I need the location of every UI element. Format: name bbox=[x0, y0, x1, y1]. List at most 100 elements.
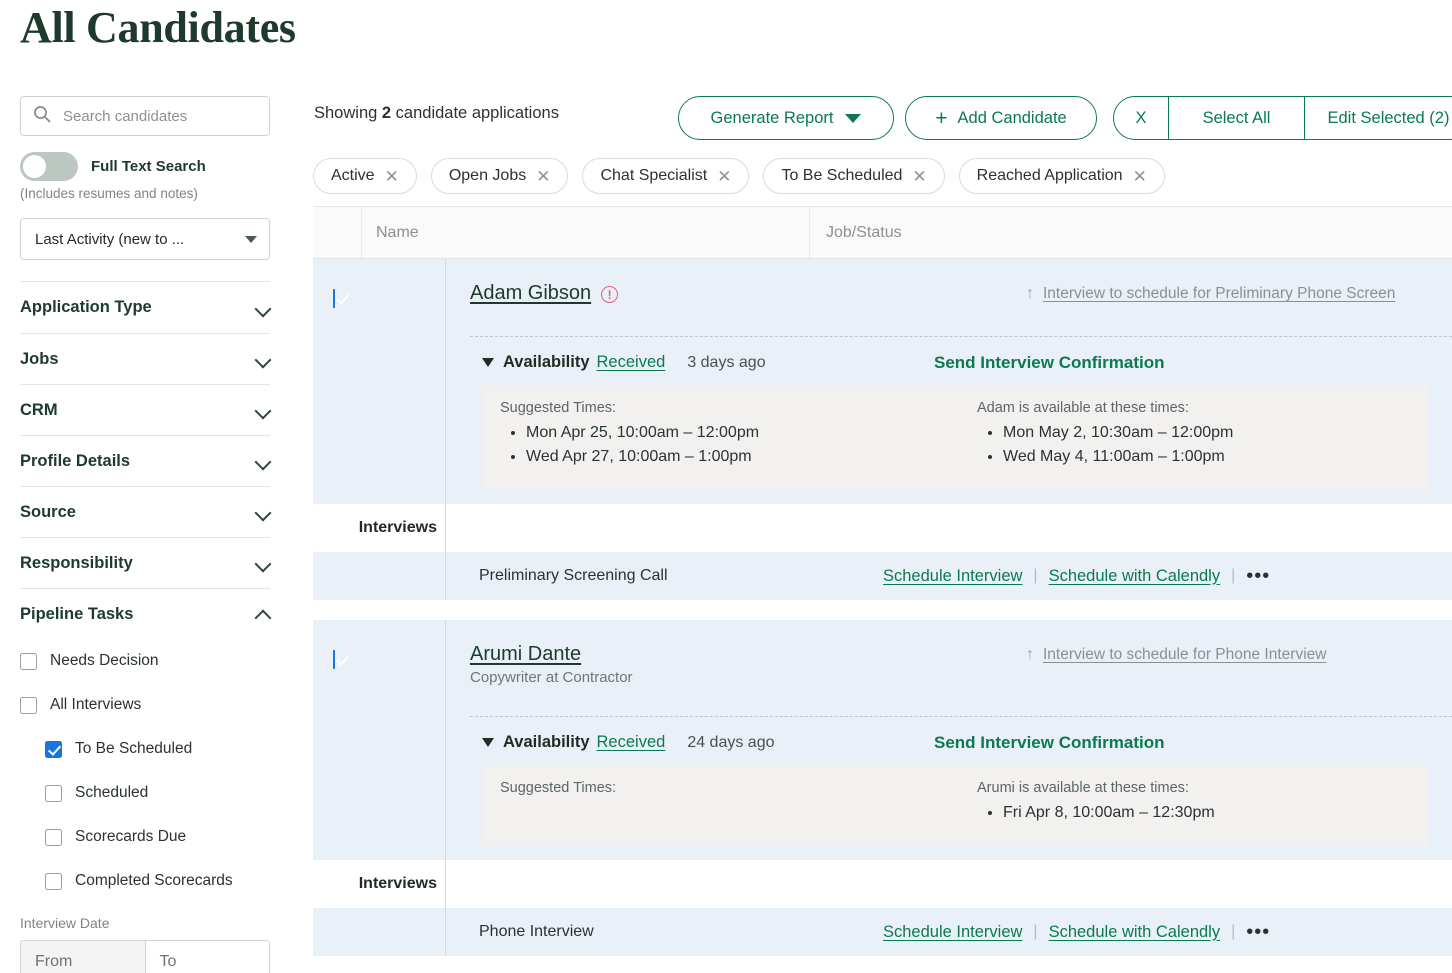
checkbox-needs-decision[interactable] bbox=[20, 653, 37, 670]
chevron-down-icon bbox=[256, 556, 270, 570]
schedule-interview-link[interactable]: Schedule Interview bbox=[883, 923, 1022, 942]
checkbox-row-scheduled[interactable]: Scheduled bbox=[20, 771, 270, 815]
schedule-interview-link[interactable]: Schedule Interview bbox=[883, 567, 1022, 586]
filter-group-responsibility[interactable]: Responsibility bbox=[20, 537, 270, 588]
plus-icon: + bbox=[935, 108, 947, 129]
checkbox-row-to-be-scheduled[interactable]: To Be Scheduled bbox=[20, 727, 270, 771]
select-all-button[interactable]: Select All bbox=[1168, 97, 1304, 139]
pipeline-tasks-list: Needs Decision All Interviews To Be Sche… bbox=[20, 639, 270, 903]
triangle-down-icon[interactable] bbox=[482, 358, 494, 367]
interview-date-from[interactable]: From bbox=[21, 941, 145, 973]
send-interview-confirmation-button[interactable]: Send Interview Confirmation bbox=[934, 353, 1164, 373]
availability-status-link[interactable]: Received bbox=[597, 733, 666, 752]
checkbox-row-completed-scorecards[interactable]: Completed Scorecards bbox=[20, 859, 270, 903]
checkbox-scheduled[interactable] bbox=[45, 785, 62, 802]
chevron-down-icon bbox=[256, 403, 270, 417]
filter-chip-chat-specialist[interactable]: Chat Specialist ✕ bbox=[582, 158, 749, 194]
candidate-select-checkbox[interactable] bbox=[333, 650, 335, 669]
availability-row: Availability Received 3 days ago Send In… bbox=[446, 337, 1452, 372]
filter-group-profile-details[interactable]: Profile Details bbox=[20, 435, 270, 486]
sort-select-value: Last Activity (new to ... bbox=[35, 231, 184, 248]
add-candidate-button[interactable]: + Add Candidate bbox=[905, 96, 1097, 140]
close-icon[interactable]: ✕ bbox=[1133, 168, 1147, 185]
candidate-job-status: ↑ Interview to schedule for Preliminary … bbox=[1026, 285, 1395, 303]
filter-group-label: Pipeline Tasks bbox=[20, 605, 133, 624]
checkbox-scorecards-due[interactable] bbox=[45, 829, 62, 846]
page-title: All Candidates bbox=[20, 2, 296, 53]
filter-group-pipeline-tasks[interactable]: Pipeline Tasks bbox=[20, 588, 270, 639]
full-text-search-toggle[interactable] bbox=[20, 152, 78, 181]
list-item: Mon May 2, 10:30am – 12:00pm bbox=[1003, 424, 1428, 442]
checkbox-row-all-interviews[interactable]: All Interviews bbox=[20, 683, 270, 727]
filter-group-jobs[interactable]: Jobs bbox=[20, 333, 270, 384]
candidate-name-row: Adam Gibson ! ↑ Interview to schedule fo… bbox=[446, 259, 1452, 305]
chevron-down-icon bbox=[256, 454, 270, 468]
candidate-summary: Adam Gibson ! ↑ Interview to schedule fo… bbox=[313, 259, 1452, 504]
close-icon[interactable]: ✕ bbox=[536, 168, 550, 185]
interview-date-to[interactable]: To bbox=[145, 941, 270, 973]
chip-label: Open Jobs bbox=[449, 167, 526, 185]
chip-label: Reached Application bbox=[977, 167, 1123, 185]
edit-selected-button[interactable]: Edit Selected (2) bbox=[1304, 97, 1452, 139]
availability-status-link[interactable]: Received bbox=[597, 353, 666, 372]
interviews-label-cell: Interviews bbox=[313, 860, 445, 908]
filter-chip-open-jobs[interactable]: Open Jobs ✕ bbox=[431, 158, 569, 194]
toggle-knob bbox=[23, 155, 46, 178]
schedule-with-calendly-link[interactable]: Schedule with Calendly bbox=[1049, 923, 1221, 942]
filter-chip-reached-application[interactable]: Reached Application ✕ bbox=[959, 158, 1165, 194]
showing-prefix: Showing bbox=[314, 104, 377, 122]
filter-chip-to-be-scheduled[interactable]: To Be Scheduled ✕ bbox=[763, 158, 944, 194]
candidate-name-link[interactable]: Arumi Dante bbox=[470, 643, 581, 666]
clear-selection-button[interactable]: X bbox=[1114, 97, 1168, 139]
chevron-up-icon bbox=[256, 607, 270, 621]
chevron-down-icon bbox=[256, 505, 270, 519]
sort-select[interactable]: Last Activity (new to ... bbox=[20, 218, 270, 260]
close-icon[interactable]: ✕ bbox=[385, 168, 399, 185]
list-item: Mon Apr 25, 10:00am – 12:00pm bbox=[526, 424, 955, 442]
close-icon[interactable]: ✕ bbox=[912, 168, 926, 185]
chip-label: Chat Specialist bbox=[600, 167, 707, 185]
header-name-cell: Name bbox=[362, 207, 810, 258]
search-input[interactable] bbox=[61, 107, 246, 126]
candidate-detail: Arumi Dante ↑ Interview to schedule for … bbox=[445, 620, 1452, 860]
interview-name: Phone Interview bbox=[446, 923, 594, 941]
candidate-times-title: Adam is available at these times: bbox=[977, 400, 1428, 416]
action-divider: | bbox=[1033, 567, 1037, 585]
triangle-down-icon[interactable] bbox=[482, 738, 494, 747]
more-options-icon[interactable]: ••• bbox=[1246, 570, 1270, 582]
generate-report-button[interactable]: Generate Report bbox=[678, 96, 894, 140]
table-row: Adam Gibson ! ↑ Interview to schedule fo… bbox=[313, 259, 1452, 600]
filters-sidebar: Full Text Search (Includes resumes and n… bbox=[20, 96, 270, 973]
chevron-down-icon bbox=[845, 114, 861, 123]
arrow-up-icon: ↑ bbox=[1026, 285, 1034, 303]
chip-label: To Be Scheduled bbox=[781, 167, 902, 185]
search-candidates-box[interactable] bbox=[20, 96, 270, 136]
add-candidate-label: Add Candidate bbox=[958, 109, 1067, 128]
candidate-times-list: Mon May 2, 10:30am – 12:00pm Wed May 4, … bbox=[977, 424, 1428, 466]
filter-chip-active[interactable]: Active ✕ bbox=[313, 158, 417, 194]
send-interview-confirmation-button[interactable]: Send Interview Confirmation bbox=[934, 733, 1164, 753]
schedule-with-calendly-link[interactable]: Schedule with Calendly bbox=[1049, 567, 1221, 586]
filter-group-application-type[interactable]: Application Type bbox=[20, 282, 270, 333]
availability-label: Availability bbox=[503, 353, 590, 372]
list-item: Wed Apr 27, 10:00am – 1:00pm bbox=[526, 448, 955, 466]
filter-group-label: Source bbox=[20, 503, 76, 522]
close-icon[interactable]: ✕ bbox=[717, 168, 731, 185]
interview-row: Preliminary Screening Call Schedule Inte… bbox=[313, 552, 1452, 600]
checkbox-row-needs-decision[interactable]: Needs Decision bbox=[20, 639, 270, 683]
filter-group-crm[interactable]: CRM bbox=[20, 384, 270, 435]
more-options-icon[interactable]: ••• bbox=[1246, 926, 1270, 938]
checkbox-row-scorecards-due[interactable]: Scorecards Due bbox=[20, 815, 270, 859]
candidate-checkbox-cell bbox=[313, 620, 445, 860]
availability-label: Availability bbox=[503, 733, 590, 752]
interview-body: Preliminary Screening Call Schedule Inte… bbox=[445, 552, 1452, 600]
candidate-name-link[interactable]: Adam Gibson bbox=[470, 282, 591, 305]
job-status-link[interactable]: Interview to schedule for Phone Intervie… bbox=[1043, 646, 1326, 664]
candidate-select-checkbox[interactable] bbox=[333, 289, 335, 308]
checkbox-all-interviews[interactable] bbox=[20, 697, 37, 714]
filter-group-source[interactable]: Source bbox=[20, 486, 270, 537]
checkbox-to-be-scheduled[interactable] bbox=[45, 741, 62, 758]
filter-group-label: Application Type bbox=[20, 298, 152, 317]
job-status-link[interactable]: Interview to schedule for Preliminary Ph… bbox=[1043, 285, 1395, 303]
checkbox-completed-scorecards[interactable] bbox=[45, 873, 62, 890]
